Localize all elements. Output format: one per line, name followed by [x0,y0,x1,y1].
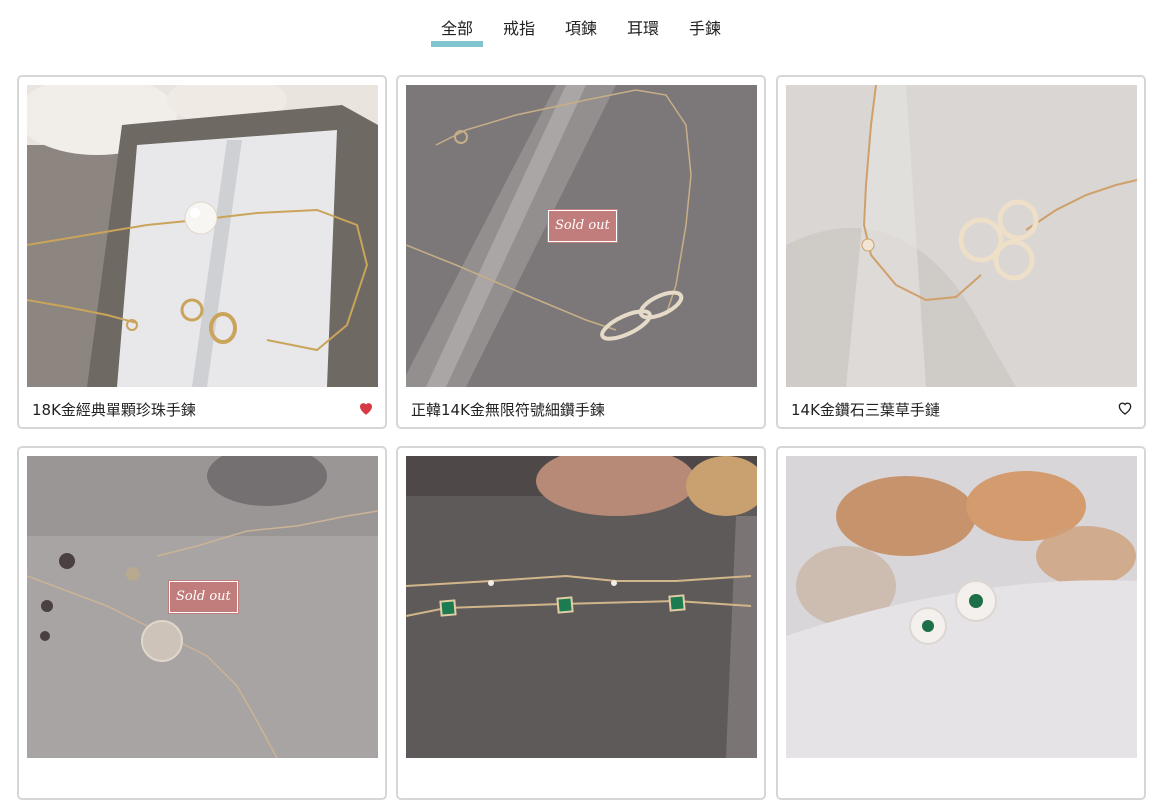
product-image[interactable] [27,85,378,387]
product-name[interactable]: 18K金經典單顆珍珠手鍊 [32,399,196,420]
category-tabs: 全部 戒指 項鍊 耳環 手鍊 [0,18,1162,47]
product-image[interactable] [786,456,1137,758]
heart-filled-icon[interactable] [357,399,375,417]
sold-out-badge: Sold out [168,580,239,614]
tab-earrings[interactable]: 耳環 [612,18,674,44]
emerald-earrings-photo [786,456,1137,758]
sold-out-badge: Sold out [547,209,618,243]
heart-outline-icon[interactable] [1116,399,1134,417]
product-card[interactable]: 14K金鑽石三葉草手鏈 [776,75,1146,429]
product-image[interactable]: Sold out [406,85,757,387]
product-name[interactable]: 正韓14K金無限符號細鑽手鍊 [411,399,605,420]
product-card[interactable] [396,446,766,800]
pearl-bracelet-photo [27,85,378,387]
product-card[interactable] [776,446,1146,800]
clover-bracelet-photo [786,85,1137,387]
product-name[interactable]: 14K金鑽石三葉草手鏈 [791,399,940,420]
tab-bracelets[interactable]: 手鍊 [674,18,736,44]
product-image[interactable] [786,85,1137,387]
product-image[interactable]: Sold out [27,456,378,758]
product-card[interactable]: 18K金經典單顆珍珠手鍊 [17,75,387,429]
product-card[interactable]: Sold out [17,446,387,800]
product-image[interactable] [406,456,757,758]
tab-necklaces[interactable]: 項鍊 [550,18,612,44]
tab-all[interactable]: 全部 [426,18,488,47]
emerald-bracelet-photo [406,456,757,758]
tab-rings[interactable]: 戒指 [488,18,550,44]
product-card[interactable]: Sold out 正韓14K金無限符號細鑽手鍊 [396,75,766,429]
